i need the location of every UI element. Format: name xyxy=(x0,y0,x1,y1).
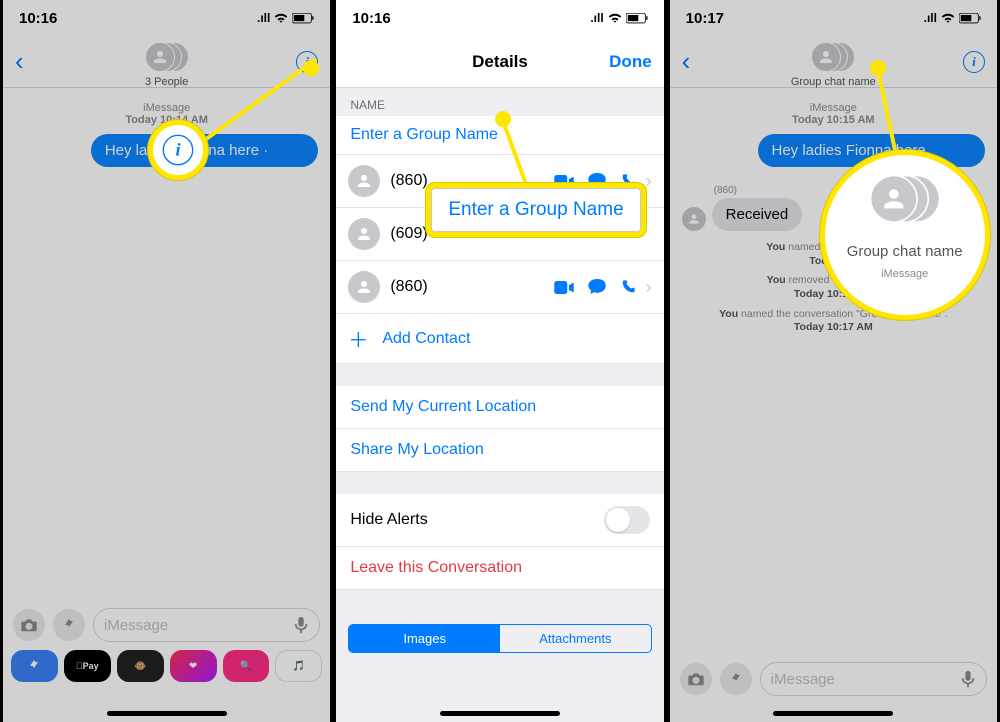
navbar-title-group[interactable]: Group chat name xyxy=(670,42,997,88)
group-avatar-icon xyxy=(869,174,939,228)
status-bar: 10:16 .ıll xyxy=(336,0,663,36)
apps-button[interactable] xyxy=(720,663,752,695)
app-store-drawer-icon[interactable] xyxy=(11,650,58,682)
info-icon: i xyxy=(163,135,194,166)
status-time: 10:16 xyxy=(19,10,57,27)
callout-anchor-dot xyxy=(870,60,886,76)
images-drawer-icon[interactable]: 🔍 xyxy=(223,650,270,682)
home-indicator[interactable] xyxy=(440,711,560,716)
navbar-subtitle: Group chat name xyxy=(670,76,997,88)
details-navbar: Details Done xyxy=(336,36,663,88)
status-indicators: .ıll xyxy=(257,11,314,25)
add-contact-row[interactable]: ＋ Add Contact xyxy=(336,314,663,364)
thread-meta: iMessageToday 10:14 AM xyxy=(15,102,318,126)
callout-group-name: Group chat name xyxy=(847,243,963,260)
contact-row[interactable]: (860) › xyxy=(336,261,663,314)
phone-icon[interactable] xyxy=(620,173,636,189)
message-input-bar: iMessage xyxy=(3,600,330,650)
video-icon[interactable] xyxy=(554,175,574,188)
status-time: 10:17 xyxy=(686,10,724,27)
callout-group-name-field: Enter a Group Name xyxy=(431,188,640,232)
video-icon[interactable] xyxy=(554,281,574,294)
hide-alerts-toggle[interactable] xyxy=(604,506,650,534)
screenshot-3-renamed: 10:17 .ıll ‹ Group chat name i iMessageT… xyxy=(667,0,1000,722)
send-location-cell[interactable]: Send My Current Location xyxy=(336,386,663,429)
callout-meta: iMessage xyxy=(881,268,928,280)
dictate-icon[interactable] xyxy=(960,670,976,688)
camera-button[interactable] xyxy=(13,609,45,641)
home-indicator[interactable] xyxy=(773,711,893,716)
contact-avatar-icon xyxy=(348,218,380,250)
message-input-bar: iMessage xyxy=(670,654,997,704)
message-icon[interactable] xyxy=(588,279,606,295)
callout-group-header: Group chat name iMessage xyxy=(825,155,985,315)
status-bar: 10:17 .ıll xyxy=(670,0,997,36)
animoji-drawer-icon[interactable]: 🐵 xyxy=(117,650,164,682)
apple-pay-drawer-icon[interactable]: Pay xyxy=(64,650,111,682)
system-message: You named the conversation "Group chat n… xyxy=(682,308,985,335)
digital-touch-drawer-icon[interactable]: ❤ xyxy=(170,650,217,682)
conversation-navbar: ‹ 3 People i xyxy=(3,36,330,88)
camera-button[interactable] xyxy=(680,663,712,695)
incoming-message[interactable]: Received xyxy=(712,198,803,231)
status-indicators: .ıll xyxy=(924,11,981,25)
phone-icon[interactable] xyxy=(620,279,636,295)
status-time: 10:16 xyxy=(352,10,390,27)
apps-button[interactable] xyxy=(53,609,85,641)
contact-avatar-icon xyxy=(348,271,380,303)
status-indicators: .ıll xyxy=(590,11,647,25)
chevron-right-icon: › xyxy=(646,277,652,298)
callout-info-icon: i xyxy=(153,125,203,175)
thread-meta: iMessageToday 10:15 AM xyxy=(682,102,985,126)
sender-avatar-icon xyxy=(682,207,706,231)
segment-images[interactable]: Images xyxy=(349,625,500,652)
add-contact-label: Add Contact xyxy=(382,330,470,348)
group-avatar-icon xyxy=(145,42,189,76)
leave-conversation-cell[interactable]: Leave this Conversation xyxy=(336,547,663,590)
details-title: Details xyxy=(336,52,663,72)
share-location-cell[interactable]: Share My Location xyxy=(336,429,663,472)
hide-alerts-cell[interactable]: Hide Alerts xyxy=(336,494,663,547)
message-icon[interactable] xyxy=(588,173,606,189)
conversation-navbar: ‹ Group chat name i xyxy=(670,36,997,88)
dictate-icon[interactable] xyxy=(293,616,309,634)
contact-avatar-icon xyxy=(348,165,380,197)
screenshot-2-details: 10:16 .ıll Details Done NAME Enter a Gro… xyxy=(333,0,666,722)
callout-anchor-dot xyxy=(303,60,319,76)
contact-number: (860) xyxy=(390,278,543,296)
status-bar: 10:16 .ıll xyxy=(3,0,330,36)
group-avatar-icon xyxy=(811,42,855,76)
media-segmented-control[interactable]: Images Attachments xyxy=(348,624,651,653)
music-drawer-icon[interactable]: 🎵 xyxy=(275,650,322,682)
message-input[interactable]: iMessage xyxy=(760,662,987,696)
home-indicator[interactable] xyxy=(107,711,227,716)
app-drawer[interactable]: Pay 🐵 ❤ 🔍 🎵 xyxy=(3,648,330,684)
screenshot-1-chat: 10:16 .ıll ‹ 3 People i iMessageToday 10… xyxy=(0,0,333,722)
chevron-right-icon: › xyxy=(646,171,652,192)
segment-attachments[interactable]: Attachments xyxy=(500,625,651,652)
plus-icon: ＋ xyxy=(348,324,368,353)
message-input[interactable]: iMessage xyxy=(93,608,320,642)
